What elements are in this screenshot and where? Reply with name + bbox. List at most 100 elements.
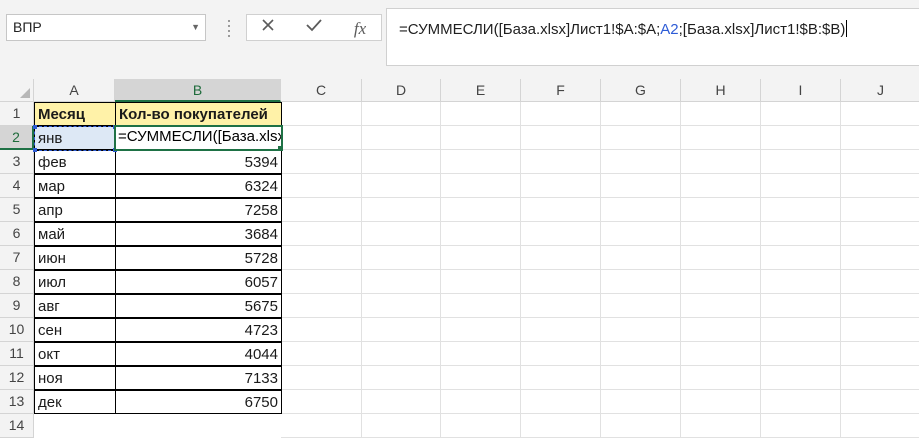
cell[interactable] [761, 222, 841, 246]
cell[interactable] [681, 174, 761, 198]
cell[interactable] [362, 222, 441, 246]
cell[interactable] [601, 294, 681, 318]
cell[interactable] [601, 174, 681, 198]
row-header-6[interactable]: 6 [0, 222, 34, 246]
cell[interactable] [761, 390, 841, 414]
cell[interactable] [441, 222, 521, 246]
cell[interactable] [441, 342, 521, 366]
cell[interactable] [761, 270, 841, 294]
cell[interactable] [441, 198, 521, 222]
month-cell[interactable]: мар [34, 174, 116, 198]
row-header-5[interactable]: 5 [0, 198, 34, 222]
cell[interactable] [281, 126, 362, 150]
row-header-1[interactable]: 1 [0, 102, 34, 126]
row-header-2[interactable]: 2 [0, 126, 34, 150]
cell[interactable] [841, 174, 919, 198]
cell[interactable] [362, 414, 441, 438]
cell[interactable] [841, 198, 919, 222]
cell[interactable] [521, 126, 601, 150]
row-header-9[interactable]: 9 [0, 294, 34, 318]
column-header-e[interactable]: E [441, 79, 521, 102]
cell[interactable] [681, 150, 761, 174]
cell[interactable] [521, 366, 601, 390]
cell[interactable] [601, 390, 681, 414]
cell[interactable] [761, 174, 841, 198]
month-cell[interactable]: дек [34, 390, 116, 414]
buyers-cell[interactable]: 7258 [115, 198, 282, 222]
cell[interactable] [281, 414, 362, 438]
cell[interactable] [521, 270, 601, 294]
cell[interactable] [362, 126, 441, 150]
cell[interactable] [362, 390, 441, 414]
cell[interactable] [281, 102, 362, 126]
cell[interactable] [281, 294, 362, 318]
month-cell[interactable]: июн [34, 246, 116, 270]
row-header-3[interactable]: 3 [0, 150, 34, 174]
row-header-10[interactable]: 10 [0, 318, 34, 342]
cell[interactable] [601, 126, 681, 150]
cell[interactable] [841, 270, 919, 294]
buyers-cell[interactable]: 5728 [115, 246, 282, 270]
buyers-cell[interactable]: 4044 [115, 342, 282, 366]
buyers-cell[interactable]: 3684 [115, 222, 282, 246]
cell[interactable] [761, 414, 841, 438]
cell[interactable] [441, 150, 521, 174]
row-header-7[interactable]: 7 [0, 246, 34, 270]
month-cell[interactable]: ноя [34, 366, 116, 390]
buyers-cell[interactable]: 4723 [115, 318, 282, 342]
header-cell-buyers[interactable]: Кол-во покупателей [115, 102, 282, 126]
cell[interactable] [521, 390, 601, 414]
header-cell-month[interactable]: Месяц [34, 102, 116, 126]
active-cell-editor[interactable]: =СУММЕСЛИ([База.xlsx]Лист1!$A:$A;A2;[Баз… [114, 125, 283, 151]
cell[interactable] [362, 366, 441, 390]
cell[interactable] [761, 198, 841, 222]
cell[interactable] [841, 318, 919, 342]
column-header-g[interactable]: G [601, 79, 681, 102]
cell[interactable] [681, 414, 761, 438]
month-cell[interactable]: апр [34, 198, 116, 222]
cell[interactable] [521, 222, 601, 246]
cell[interactable] [441, 414, 521, 438]
cell[interactable] [601, 366, 681, 390]
fill-handle[interactable] [277, 145, 281, 149]
buyers-cell[interactable]: 6057 [115, 270, 282, 294]
row-header-4[interactable]: 4 [0, 174, 34, 198]
cell[interactable] [521, 102, 601, 126]
cell[interactable] [681, 390, 761, 414]
cell[interactable] [681, 294, 761, 318]
cell[interactable] [281, 198, 362, 222]
cell[interactable] [441, 102, 521, 126]
check-icon[interactable] [299, 15, 329, 42]
row-header-11[interactable]: 11 [0, 342, 34, 366]
cell[interactable] [761, 366, 841, 390]
cell[interactable] [521, 150, 601, 174]
cell[interactable] [681, 198, 761, 222]
month-cell[interactable]: авг [34, 294, 116, 318]
cell[interactable] [761, 126, 841, 150]
cell[interactable] [362, 294, 441, 318]
cell[interactable] [362, 198, 441, 222]
column-header-c[interactable]: C [281, 79, 362, 102]
month-cell[interactable]: май [34, 222, 116, 246]
cell[interactable] [281, 342, 362, 366]
cell[interactable] [281, 270, 362, 294]
insert-function-button[interactable]: fx [345, 15, 375, 42]
month-cell[interactable]: июл [34, 270, 116, 294]
cell[interactable] [521, 198, 601, 222]
cell[interactable] [761, 294, 841, 318]
cell[interactable] [441, 390, 521, 414]
cell[interactable] [441, 270, 521, 294]
cell[interactable] [841, 390, 919, 414]
month-cell[interactable]: сен [34, 318, 116, 342]
cell[interactable] [281, 366, 362, 390]
cell[interactable] [281, 318, 362, 342]
cell[interactable] [761, 342, 841, 366]
cell[interactable] [761, 318, 841, 342]
cell[interactable] [441, 174, 521, 198]
buyers-cell[interactable]: 6324 [115, 174, 282, 198]
cell[interactable] [761, 102, 841, 126]
cell[interactable] [521, 294, 601, 318]
cell[interactable] [841, 366, 919, 390]
cell[interactable] [281, 390, 362, 414]
cell[interactable] [681, 318, 761, 342]
